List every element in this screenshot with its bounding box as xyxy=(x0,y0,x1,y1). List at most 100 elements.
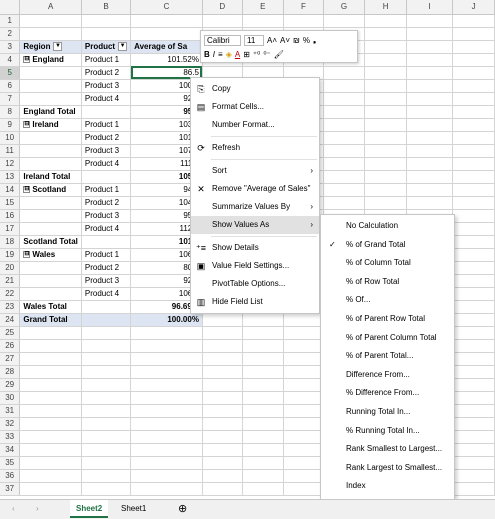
row-header[interactable]: 26 xyxy=(0,339,21,353)
pivot-product-cell[interactable] xyxy=(81,482,132,496)
collapse-icon[interactable]: ⊟ xyxy=(23,55,31,63)
grid-cell[interactable] xyxy=(242,430,285,444)
grid-cell[interactable] xyxy=(452,300,495,314)
pivot-product-cell[interactable]: Product 4 xyxy=(81,157,132,171)
column-header[interactable]: E xyxy=(242,0,285,15)
grid-cell[interactable] xyxy=(364,53,407,67)
pivot-region-cell[interactable] xyxy=(19,131,82,145)
grid-cell[interactable] xyxy=(452,274,495,288)
pivot-product-cell[interactable]: Product 1 xyxy=(81,248,132,262)
pivot-product-cell[interactable]: Product 2 xyxy=(81,131,132,145)
context-menu-item[interactable]: Sort › xyxy=(191,162,319,180)
grid-cell[interactable] xyxy=(364,157,407,171)
grid-cell[interactable] xyxy=(406,118,454,132)
grid-cell[interactable] xyxy=(202,313,243,327)
pivot-product-cell[interactable] xyxy=(81,104,132,119)
pivot-product-cell[interactable]: Product 2 xyxy=(81,66,132,80)
pivot-product-cell[interactable]: Product 2 xyxy=(81,196,132,210)
pivot-product-cell[interactable] xyxy=(81,365,132,379)
pivot-value-cell[interactable] xyxy=(130,430,203,444)
pivot-product-cell[interactable] xyxy=(81,326,132,340)
column-header[interactable]: A xyxy=(19,0,82,15)
grid-cell[interactable] xyxy=(364,131,407,145)
grid-cell[interactable] xyxy=(364,196,407,210)
context-menu-item[interactable]: ⁺≡ Show Details xyxy=(191,239,319,257)
grid-cell[interactable] xyxy=(202,404,243,418)
row-header[interactable]: 8 xyxy=(0,105,21,119)
row-header[interactable]: 5 xyxy=(0,66,21,80)
grid-cell[interactable] xyxy=(283,365,324,379)
grid-cell[interactable] xyxy=(452,79,495,93)
pivot-product-cell[interactable] xyxy=(81,299,132,314)
row-header[interactable]: 20 xyxy=(0,261,21,275)
grid-cell[interactable] xyxy=(406,66,454,80)
font-color-icon[interactable]: A xyxy=(235,50,240,59)
grid-cell[interactable] xyxy=(242,469,285,483)
submenu-item[interactable]: Rank Largest to Smallest... xyxy=(321,459,454,477)
grid-cell[interactable] xyxy=(283,404,324,418)
row-header[interactable]: 18 xyxy=(0,235,21,249)
increase-decimal-icon[interactable]: ⁺⁰ xyxy=(253,50,260,59)
grid-cell[interactable] xyxy=(283,313,324,327)
grid-cell[interactable] xyxy=(452,209,495,223)
decrease-decimal-icon[interactable]: ⁰⁻ xyxy=(263,50,270,59)
grid-cell[interactable] xyxy=(364,105,407,119)
grid-cell[interactable] xyxy=(242,339,285,353)
pivot-product-cell[interactable] xyxy=(81,27,132,41)
pivot-product-cell[interactable]: Product 4 xyxy=(81,222,132,236)
pivot-region-cell[interactable]: ⊟ England xyxy=(19,53,82,67)
grid-cell[interactable] xyxy=(452,105,495,119)
pivot-region-cell[interactable] xyxy=(19,92,82,106)
submenu-item[interactable]: Running Total In... xyxy=(321,403,454,421)
grid-cell[interactable] xyxy=(364,27,407,41)
grid-cell[interactable] xyxy=(452,222,495,236)
grid-cell[interactable] xyxy=(364,118,407,132)
pivot-product-cell[interactable] xyxy=(81,456,132,470)
pivot-product-cell[interactable]: Product 3 xyxy=(81,209,132,223)
row-header[interactable]: 12 xyxy=(0,157,21,171)
grid-cell[interactable] xyxy=(452,196,495,210)
pivot-product-cell[interactable] xyxy=(81,417,132,431)
context-menu-item[interactable]: ▥ Hide Field List xyxy=(191,293,319,311)
grid-cell[interactable] xyxy=(452,183,495,197)
grid-cell[interactable] xyxy=(202,14,243,28)
grid-cell[interactable] xyxy=(323,131,366,145)
row-header[interactable]: 22 xyxy=(0,287,21,301)
pivot-region-cell[interactable] xyxy=(19,66,82,80)
grid-cell[interactable] xyxy=(242,404,285,418)
grid-cell[interactable] xyxy=(452,118,495,132)
grid-cell[interactable] xyxy=(283,469,324,483)
border-icon[interactable]: ⊞ xyxy=(243,50,250,59)
tab-sheet2[interactable]: Sheet2 xyxy=(70,500,109,518)
row-header[interactable]: 7 xyxy=(0,92,21,106)
grid-cell[interactable] xyxy=(452,352,495,366)
pivot-region-cell[interactable]: Wales Total xyxy=(19,299,82,314)
pivot-region-cell[interactable]: England Total xyxy=(19,104,82,119)
pivot-header-product[interactable]: Product ▼ xyxy=(81,40,132,54)
grid-cell[interactable] xyxy=(323,157,366,171)
font-size-box[interactable]: 11 xyxy=(244,34,264,46)
pivot-product-cell[interactable]: Product 3 xyxy=(81,274,132,288)
grid-cell[interactable] xyxy=(406,183,454,197)
grid-cell[interactable] xyxy=(452,131,495,145)
column-header[interactable]: F xyxy=(283,0,324,15)
grid-cell[interactable] xyxy=(452,443,495,457)
column-header[interactable]: J xyxy=(452,0,495,15)
grid-cell[interactable] xyxy=(452,456,495,470)
row-header[interactable]: 34 xyxy=(0,443,21,457)
grid-cell[interactable] xyxy=(364,144,407,158)
grid-cell[interactable] xyxy=(323,92,366,106)
grid-cell[interactable] xyxy=(406,92,454,106)
grid-cell[interactable] xyxy=(283,339,324,353)
pivot-region-cell[interactable] xyxy=(19,456,82,470)
grid-cell[interactable] xyxy=(242,378,285,392)
font-name-box[interactable]: Calibri xyxy=(204,34,241,46)
row-header[interactable]: 23 xyxy=(0,300,21,314)
row-header[interactable]: 21 xyxy=(0,274,21,288)
grid-cell[interactable] xyxy=(242,417,285,431)
grid-cell[interactable] xyxy=(452,365,495,379)
row-header[interactable]: 16 xyxy=(0,209,21,223)
pivot-region-cell[interactable] xyxy=(19,443,82,457)
submenu-item[interactable]: % of Parent Total... xyxy=(321,347,454,365)
grid-cell[interactable] xyxy=(452,248,495,262)
